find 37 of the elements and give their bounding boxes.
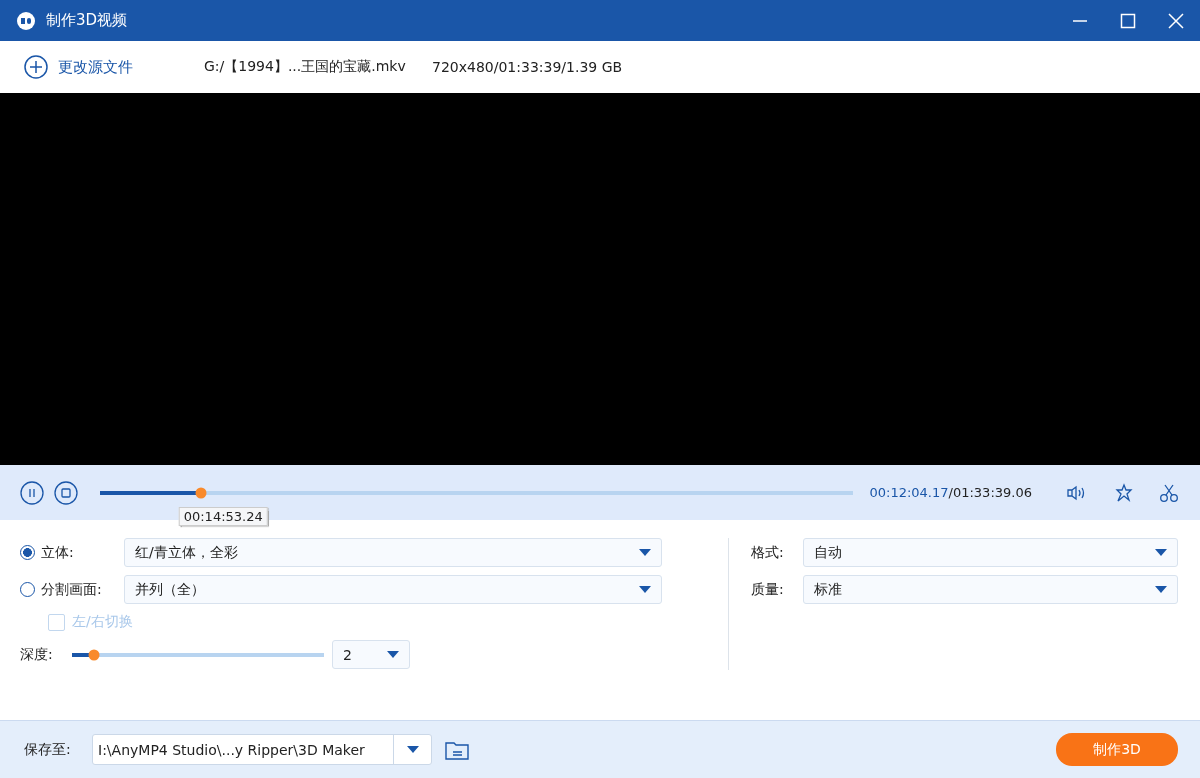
mode-label: 分割画面:: [41, 580, 103, 599]
pause-button[interactable]: [20, 480, 44, 505]
setting-label: 格式:: [751, 543, 785, 562]
plus-icon: [24, 55, 48, 79]
caret-icon: [1155, 549, 1167, 556]
close-icon[interactable]: [1168, 12, 1184, 29]
stop-button[interactable]: [54, 480, 78, 505]
swap-label: 左/右切换: [72, 613, 134, 631]
mode-label: 立体:: [41, 543, 75, 562]
file-info: 720x480/01:33:39/1.39 GB: [432, 59, 623, 75]
logo-icon: [16, 10, 36, 31]
total-time: /01:33:39.06: [948, 485, 1032, 500]
caret-icon: [1155, 586, 1167, 593]
depth-handle[interactable]: [88, 649, 100, 660]
save-path-dropdown[interactable]: I:\AnyMP4 Studio\...y Ripper\3D Maker: [92, 734, 432, 765]
caret-icon: [639, 549, 651, 556]
depth-dropdown[interactable]: 2: [332, 640, 410, 669]
time-tooltip: 00:14:53.24: [178, 506, 268, 526]
caret-icon: [387, 651, 399, 658]
maximize-icon[interactable]: [1120, 12, 1136, 29]
depth-label: 深度:: [20, 645, 54, 664]
save-label: 保存至:: [24, 740, 72, 759]
mode-dropdown[interactable]: 红/青立体，全彩: [124, 538, 662, 567]
file-name: G:/【1994】...王国的宝藏.mkv: [204, 58, 407, 76]
change-source-button[interactable]: 更改源文件: [24, 55, 204, 79]
setting-dropdown[interactable]: 自动: [803, 538, 1178, 567]
current-time: 00:12:04.17: [869, 485, 949, 500]
depth-slider-track[interactable]: [72, 652, 324, 657]
window-title: 制作3D视频: [46, 11, 128, 30]
caret-icon: [406, 746, 419, 753]
setting-dropdown[interactable]: 标准: [803, 575, 1178, 604]
progress-handle[interactable]: [195, 487, 207, 498]
mode-dropdown[interactable]: 并列（全）: [124, 575, 662, 604]
setting-label: 质量:: [751, 580, 785, 599]
radio-button[interactable]: [20, 545, 35, 560]
caret-icon: [639, 586, 651, 593]
scissors-icon[interactable]: [1158, 482, 1180, 503]
